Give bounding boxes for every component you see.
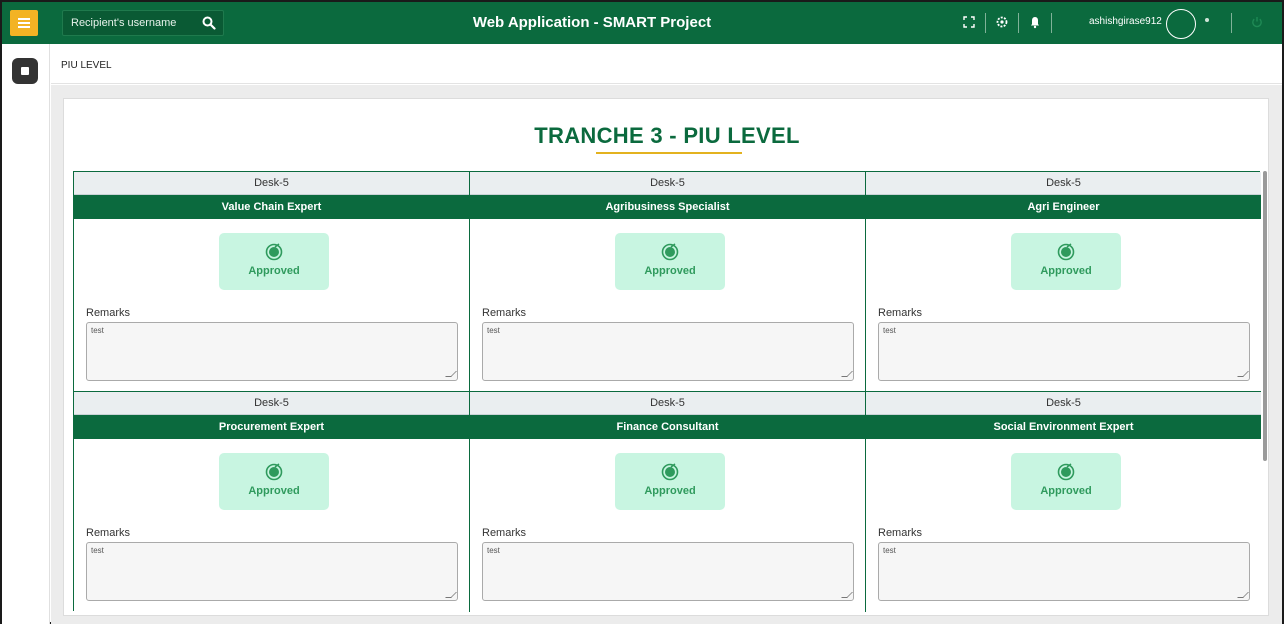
desk-label: Desk-5 [74,172,469,195]
settings-icon[interactable] [995,15,1009,29]
toolbar-divider [1018,13,1019,33]
role-title: Social Environment Expert [866,415,1261,439]
check-circle-icon [661,463,679,481]
check-circle-icon [1057,243,1075,261]
role-title: Agribusiness Specialist [470,195,865,219]
check-circle-icon [265,243,283,261]
avatar[interactable] [1166,9,1196,39]
status-badge: Approved [1011,453,1121,510]
check-circle-icon [661,243,679,261]
dashboard-icon [21,67,29,75]
fullscreen-icon[interactable] [962,15,976,29]
desk-label: Desk-5 [866,172,1261,195]
toolbar-divider [1051,13,1052,33]
status-badge: Approved [615,233,725,290]
breadcrumb[interactable]: PIU LEVEL [61,60,112,71]
remarks-label: Remarks [878,527,923,539]
toolbar-divider [985,13,986,33]
approval-card: Desk-5 Social Environment Expert Approve… [866,392,1261,612]
toolbar-divider [1231,13,1232,33]
status-badge: Approved [1011,233,1121,290]
remarks-label: Remarks [86,527,131,539]
remarks-field[interactable]: test [86,322,458,381]
app-frame: Web Application - SMART Project ashishgi… [0,0,1284,624]
role-title: Procurement Expert [74,415,469,439]
chevron-down-icon[interactable] [1205,18,1209,22]
status-text: Approved [644,265,696,277]
remarks-label: Remarks [482,527,527,539]
remarks-label: Remarks [482,307,527,319]
breadcrumb-bar: PIU LEVEL [51,44,1282,84]
remarks-field[interactable]: test [482,322,854,381]
role-title: Finance Consultant [470,415,865,439]
desk-label: Desk-5 [470,172,865,195]
desk-label: Desk-5 [866,392,1261,415]
approval-card: Desk-5 Agribusiness Specialist Approved … [470,172,866,392]
status-badge: Approved [615,453,725,510]
main-content: TRANCHE 3 - PIU LEVEL Desk-5 Value Chain… [51,85,1282,624]
status-text: Approved [248,265,300,277]
power-icon[interactable] [1250,15,1264,29]
page-title: TRANCHE 3 - PIU LEVEL [534,123,800,148]
approval-card: Desk-5 Procurement Expert Approved Remar… [74,392,470,612]
status-text: Approved [1040,265,1092,277]
scrollbar[interactable] [1263,171,1267,461]
content-panel: TRANCHE 3 - PIU LEVEL Desk-5 Value Chain… [63,98,1269,616]
approval-card: Desk-5 Finance Consultant Approved Remar… [470,392,866,612]
dashboard-button[interactable] [12,58,38,84]
remarks-field[interactable]: test [878,542,1250,601]
check-circle-icon [265,463,283,481]
desk-label: Desk-5 [74,392,469,415]
role-title: Value Chain Expert [74,195,469,219]
status-badge: Approved [219,233,329,290]
status-badge: Approved [219,453,329,510]
remarks-field[interactable]: test [86,542,458,601]
status-text: Approved [1040,485,1092,497]
username-label[interactable]: ashishgirase912 [1089,16,1162,27]
title-underline [596,152,742,154]
remarks-field[interactable]: test [482,542,854,601]
status-text: Approved [248,485,300,497]
status-text: Approved [644,485,696,497]
role-title: Agri Engineer [866,195,1261,219]
desk-label: Desk-5 [470,392,865,415]
approval-card: Desk-5 Value Chain Expert Approved Remar… [74,172,470,392]
check-circle-icon [1057,463,1075,481]
approval-grid: Desk-5 Value Chain Expert Approved Remar… [73,171,1261,612]
remarks-field[interactable]: test [878,322,1250,381]
remarks-label: Remarks [878,307,923,319]
notification-icon[interactable] [1028,15,1042,29]
sidebar-rail [2,44,50,624]
approval-card: Desk-5 Agri Engineer Approved Remarks te… [866,172,1261,392]
top-bar: Web Application - SMART Project ashishgi… [2,2,1282,44]
remarks-label: Remarks [86,307,131,319]
